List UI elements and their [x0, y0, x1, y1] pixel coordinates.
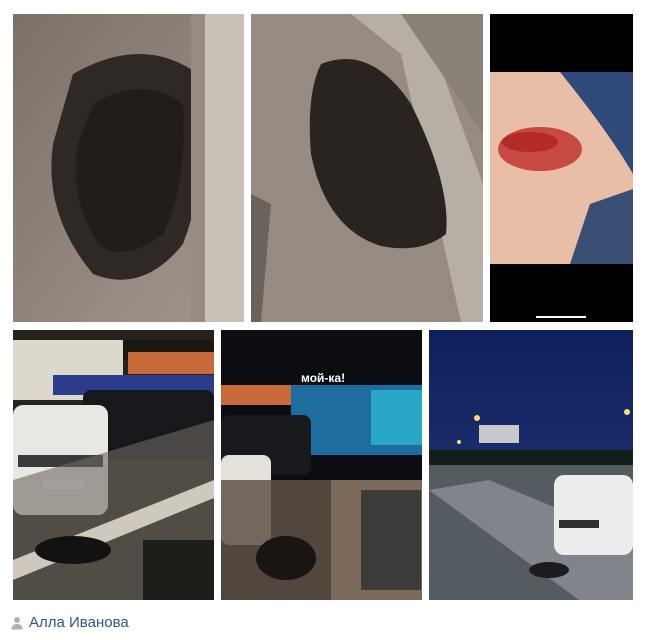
- photo-parking-lot-cars-image: [13, 330, 214, 600]
- photo-parking-lot-night[interactable]: [429, 330, 633, 600]
- carwash-sign-text: мой-ка!: [301, 371, 345, 385]
- photo-carwash-pothole[interactable]: мой-ка!: [221, 330, 422, 600]
- photo-bruised-side-image: [490, 14, 633, 322]
- post-author-name[interactable]: Алла Иванова: [29, 612, 129, 634]
- photo-pothole-curb[interactable]: [251, 14, 483, 322]
- photo-bruised-side[interactable]: [490, 14, 633, 322]
- post-author[interactable]: Алла Иванова: [11, 612, 129, 634]
- photo-carwash-pothole-image: мой-ка!: [221, 330, 422, 600]
- photo-pothole-closeup-image: [13, 14, 244, 322]
- photo-pothole-closeup[interactable]: [13, 14, 244, 322]
- photo-pothole-curb-image: [251, 14, 483, 322]
- photo-parking-lot-night-image: [429, 330, 633, 600]
- photo-parking-lot-cars[interactable]: [13, 330, 214, 600]
- user-icon: [11, 617, 23, 630]
